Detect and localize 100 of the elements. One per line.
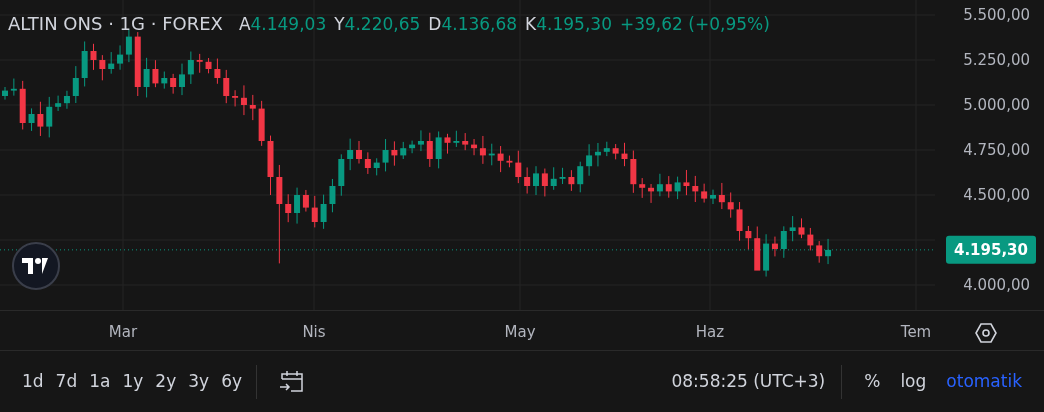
candlestick	[223, 69, 230, 104]
candlestick	[108, 51, 115, 75]
range-button[interactable]: 1y	[116, 366, 150, 397]
candlestick	[816, 240, 823, 264]
candlestick	[444, 133, 451, 155]
candlestick	[462, 132, 469, 151]
candlestick	[701, 183, 708, 204]
candlestick	[665, 175, 672, 199]
candlestick	[19, 80, 26, 130]
price-axis-label: 5.250,00	[963, 49, 1030, 71]
candlestick	[391, 140, 398, 167]
candlestick	[285, 193, 292, 223]
candlestick	[373, 157, 380, 176]
candlestick	[99, 54, 106, 81]
candlestick	[311, 195, 318, 228]
ohlc-value: 4.195,30	[536, 14, 612, 34]
candlestick	[825, 238, 832, 265]
candlestick	[506, 155, 513, 168]
range-button[interactable]: 1a	[83, 366, 117, 397]
candlestick	[258, 100, 265, 147]
candlestick	[621, 142, 628, 167]
candlestick	[46, 96, 53, 138]
candlestick	[524, 166, 531, 195]
candlestick	[196, 53, 203, 74]
candlestick	[577, 161, 584, 193]
candlestick	[356, 140, 362, 164]
candlestick	[28, 107, 35, 132]
candlestick	[426, 132, 433, 168]
candlestick	[798, 217, 805, 239]
candlestick	[143, 57, 150, 98]
candlestick	[630, 150, 637, 194]
candlestick	[807, 227, 814, 251]
candlestick	[718, 182, 725, 210]
candlestick	[205, 57, 212, 74]
candlestick	[745, 225, 752, 250]
candlestick	[400, 141, 407, 160]
price-axis-label: 4.750,00	[963, 139, 1030, 161]
candlestick	[550, 166, 557, 191]
current-price-label: 4.195,30	[945, 235, 1036, 265]
time-axis-label: Mar	[108, 322, 138, 343]
scale-toggle[interactable]: otomatik	[940, 366, 1028, 397]
time-axis-label: Tem	[900, 322, 932, 343]
range-button[interactable]: 1d	[16, 366, 50, 397]
candlestick	[72, 65, 79, 104]
candlestick	[603, 141, 610, 157]
candlestick	[736, 201, 743, 242]
candlestick	[347, 138, 354, 171]
scale-toggle[interactable]: log	[894, 366, 933, 397]
candlestick	[81, 40, 88, 87]
candlestick	[754, 226, 761, 271]
candlestick	[329, 178, 336, 213]
candlestick	[320, 194, 327, 230]
price-axis-label: 4.500,00	[963, 184, 1030, 206]
candlestick	[267, 135, 274, 196]
range-button[interactable]: 6y	[215, 366, 248, 397]
candlestick	[37, 101, 44, 137]
candlestick	[187, 51, 194, 85]
candlestick	[179, 63, 185, 96]
ohlc-label: A	[238, 14, 251, 34]
price-change: +39,62 (+0,95%)	[619, 13, 770, 36]
candlestick	[683, 169, 690, 196]
candlestick	[515, 150, 522, 184]
candlestick	[161, 71, 168, 90]
candlestick	[710, 189, 716, 205]
candlestick	[249, 94, 256, 121]
candlestick	[692, 175, 699, 203]
chart-title: ALTIN ONS · 1G · FOREX	[8, 12, 223, 36]
candlestick	[674, 176, 681, 200]
price-axis-label: 5.000,00	[963, 94, 1030, 116]
candlestick	[488, 143, 495, 166]
candlestick	[170, 73, 177, 95]
candlestick	[214, 58, 221, 85]
range-button[interactable]: 3y	[182, 366, 216, 397]
candlestick	[727, 192, 734, 219]
scale-toggle[interactable]: %	[858, 366, 887, 397]
ohlc-value: 4.220,65	[344, 14, 421, 34]
candlestick	[152, 59, 159, 88]
ohlc-value: 4.149,03	[250, 14, 327, 34]
candlestick	[364, 151, 371, 175]
candlestick	[338, 153, 345, 197]
candlestick	[90, 43, 97, 71]
ohlc-label: K	[525, 14, 537, 34]
candlestick	[497, 145, 504, 173]
candlestick	[559, 167, 566, 185]
candlestick	[382, 138, 389, 172]
time-axis-label: Nis	[302, 322, 326, 343]
range-button[interactable]: 2y	[149, 366, 183, 397]
time-label: 08:58:25 (UTC+3)	[671, 369, 826, 393]
ohlc-value: 4.136,68	[441, 14, 518, 34]
candlestick	[10, 78, 17, 97]
time-axis-label: Haz	[695, 322, 725, 343]
time-axis-label: May	[504, 322, 536, 343]
candlestick	[2, 86, 8, 101]
candlestick	[612, 143, 619, 160]
settings-icon[interactable]	[975, 320, 997, 342]
candlestick	[780, 225, 787, 259]
range-button[interactable]: 7d	[49, 366, 84, 397]
ohlc-label: Y	[334, 14, 345, 34]
candlestick	[789, 215, 796, 242]
logo-icon	[12, 242, 60, 290]
